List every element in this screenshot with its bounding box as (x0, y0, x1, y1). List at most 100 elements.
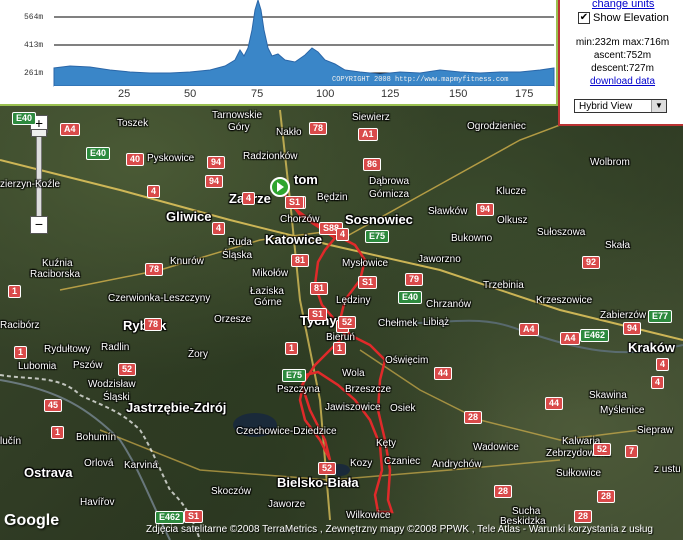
place-label: Pyskowice (147, 153, 195, 164)
road-shield: S1 (184, 510, 204, 523)
road-shield: 86 (363, 158, 382, 171)
place-label: Orlová (84, 458, 114, 469)
place-label: Myślenice (600, 405, 645, 416)
route-stats: min:232m max:716m ascent:752m descent:72… (560, 36, 683, 88)
place-label: Lędziny (336, 295, 371, 306)
place-label: Wodzisław (88, 379, 136, 390)
road-shield: 4 (651, 376, 665, 389)
elevation-profile: 564m 413m 261m 25 50 75 100 125 150 175 … (0, 0, 558, 106)
road-shield: 52 (118, 363, 137, 376)
elevation-area (53, 0, 555, 87)
map-attribution: Zdjęcia satelitarne ©2008 TerraMetrics ,… (146, 524, 653, 535)
place-label: Jaworzno (418, 254, 461, 265)
road-shield: 44 (434, 367, 453, 380)
road-shield: E462 (580, 329, 610, 342)
place-label: Chełmek (378, 318, 418, 329)
place-label: Trzebinia (483, 280, 524, 291)
show-elevation-label: Show Elevation (593, 12, 669, 24)
road-shield: E77 (648, 310, 673, 323)
place-label: Chorzów (280, 214, 320, 225)
road-shield: 7 (625, 445, 639, 458)
place-label: Kozy (350, 458, 373, 469)
road-shield: 94 (476, 203, 495, 216)
road-shield: 4 (242, 192, 256, 205)
place-label: Radlin (101, 342, 130, 353)
road-shield: 52 (338, 316, 357, 329)
descent-text: descent:727m (591, 63, 654, 74)
place-label: Sławków (428, 206, 468, 217)
road-shield: 40 (126, 153, 145, 166)
place-label: Racibórz (0, 320, 40, 331)
show-elevation-toggle[interactable]: ✔ Show Elevation (578, 12, 669, 24)
place-label: Górnicza (369, 189, 410, 200)
x-tick-label: 150 (449, 88, 468, 100)
road-shield: 28 (574, 510, 593, 523)
route-info-panel: change units ✔ Show Elevation min:232m m… (558, 0, 683, 126)
road-shield: E462 (155, 511, 185, 524)
place-label: Klucze (496, 186, 527, 197)
zoom-slider-thumb[interactable] (31, 129, 47, 137)
place-label: Raciborska (30, 269, 81, 280)
zoom-control[interactable]: + − (30, 115, 48, 235)
place-label: Jaworze (268, 499, 306, 510)
place-label: Ogrodzieniec (467, 121, 526, 132)
google-logo[interactable]: Google (4, 512, 59, 530)
chevron-down-icon[interactable]: ▼ (651, 100, 666, 112)
place-label: Żory (188, 349, 208, 360)
road-shield: 92 (582, 256, 601, 269)
download-data-link[interactable]: download data (590, 76, 655, 87)
y-tick-label: 413m (24, 41, 44, 50)
road-shield: E75 (365, 230, 390, 243)
road-shield: 4 (147, 185, 161, 198)
place-label: Górne (254, 297, 282, 308)
place-label: Mikołów (252, 268, 289, 279)
place-label: Będzin (317, 192, 348, 203)
place-label: Skoczów (211, 486, 252, 497)
place-label: Sułoszowa (537, 227, 586, 238)
road-shield: S1 (285, 196, 305, 209)
road-shield: A4 (519, 323, 539, 336)
road-shield: 78 (144, 318, 163, 331)
route-start-marker[interactable] (270, 177, 290, 197)
map-type-select[interactable]: Hybrid View ▼ (574, 99, 667, 113)
place-label: Andrychów (432, 459, 482, 470)
road-shield: 28 (464, 411, 483, 424)
road-shield: 81 (310, 282, 329, 295)
road-shield: 1 (51, 426, 65, 439)
x-tick-label: 25 (118, 88, 131, 100)
x-tick-label: 75 (251, 88, 264, 100)
ascent-text: ascent:752m (593, 50, 652, 61)
elevation-copyright: COPYRIGHT 2008 http://www.mapmyfitness.c… (332, 76, 509, 84)
place-label: Chrzanów (426, 299, 472, 310)
place-label: zierzyn-Koźle (0, 179, 61, 190)
place-label: Kęty (376, 438, 397, 449)
place-label: Kuźnia (42, 258, 73, 269)
x-tick-label: 50 (184, 88, 197, 100)
place-label: Siewierz (352, 112, 390, 123)
road-shield: E75 (282, 369, 307, 382)
place-label: Łaziska (250, 286, 284, 297)
place-label: Czerwionka-Leszczyny (108, 293, 211, 304)
place-label: Skała (605, 240, 631, 251)
place-label: Karviná (124, 460, 158, 471)
road-shield: 4 (212, 222, 226, 235)
road-shield: 28 (494, 485, 513, 498)
place-label: Osiek (390, 403, 416, 414)
road-shield: S1 (308, 308, 328, 321)
x-tick-label: 175 (515, 88, 534, 100)
show-elevation-checkbox[interactable]: ✔ (578, 12, 590, 24)
place-label: Krzeszowice (536, 295, 593, 306)
place-label: Tarnowskie (212, 110, 263, 121)
place-label: Skawina (589, 390, 627, 401)
place-label: Olkusz (497, 215, 528, 226)
change-units-link[interactable]: change units (592, 0, 654, 10)
road-shield: 1 (8, 285, 22, 298)
x-tick-label: 125 (381, 88, 400, 100)
road-shield: 94 (205, 175, 224, 188)
place-label: Sułkowice (556, 468, 602, 479)
road-shield: S1 (358, 276, 378, 289)
road-shield: 1 (14, 346, 28, 359)
place-label: Bielsko-Biała (277, 475, 359, 490)
place-label: Ostrava (24, 465, 73, 480)
zoom-out-button[interactable]: − (30, 216, 48, 234)
